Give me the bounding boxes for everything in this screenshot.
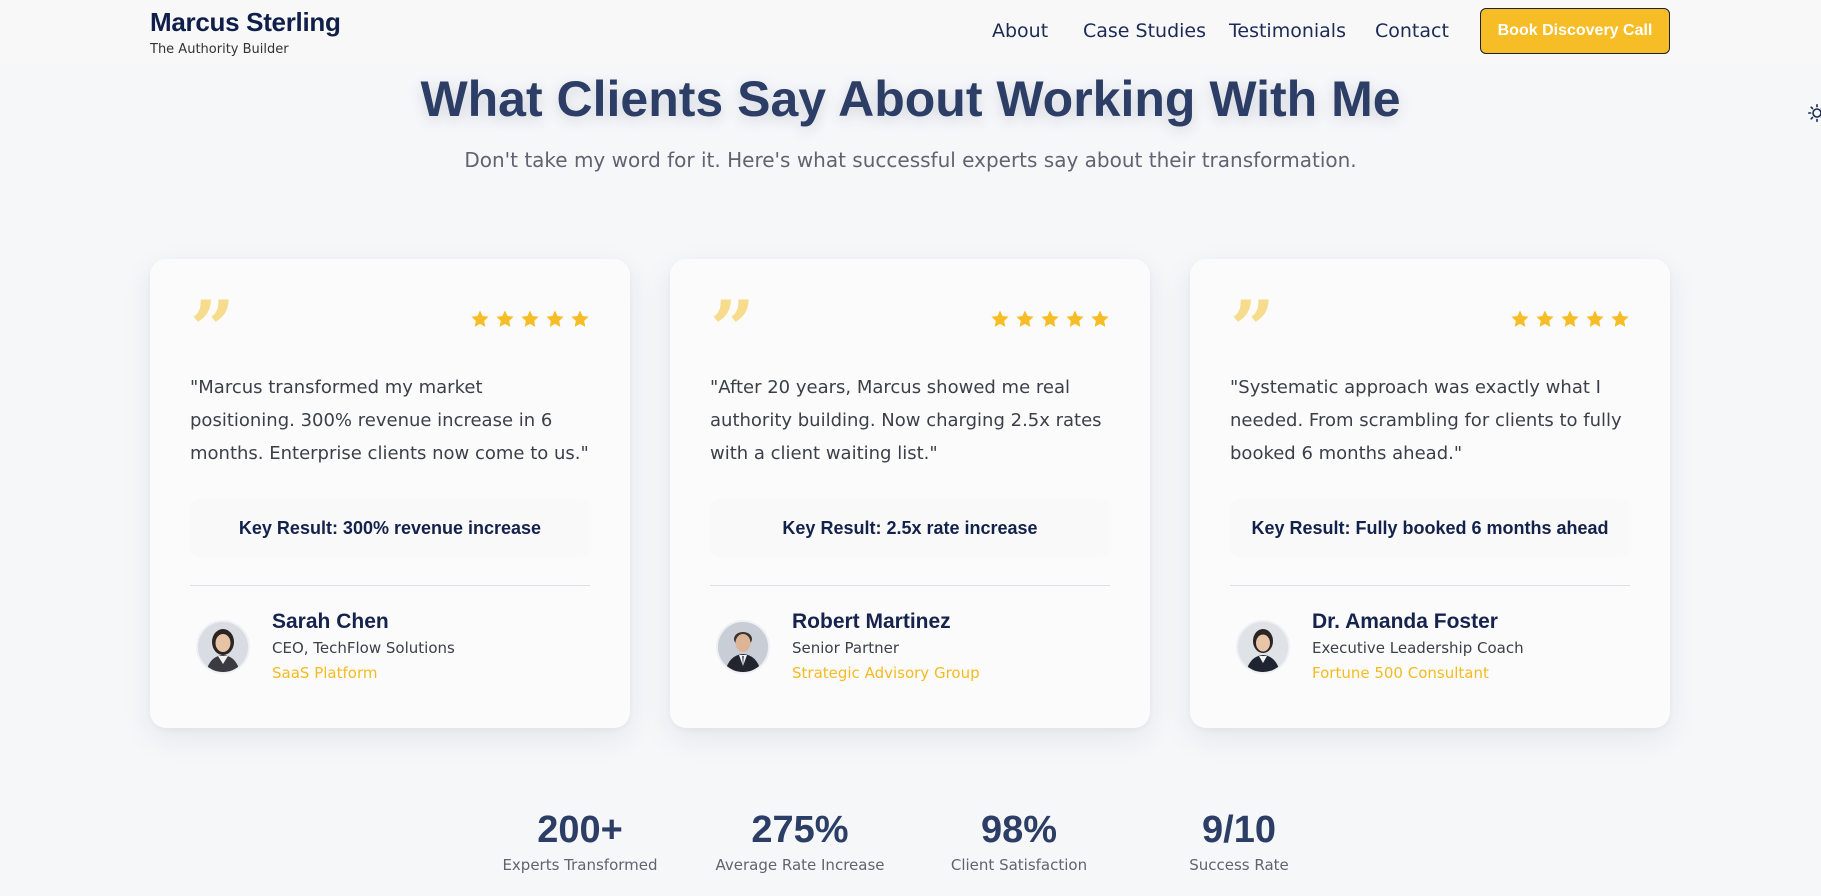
star-icon (1611, 310, 1629, 327)
person-role: CEO, TechFlow Solutions (272, 639, 455, 657)
star-icon (521, 310, 539, 327)
star-rating (990, 309, 1110, 329)
star-icon (1536, 310, 1554, 327)
stat-success-rate: 9/10 Success Rate (1179, 808, 1299, 874)
stat-rate-increase: 275% Average Rate Increase (715, 808, 885, 874)
person-company: Fortune 500 Consultant (1312, 664, 1489, 682)
stat-label: Experts Transformed (502, 856, 658, 874)
person-name: Sarah Chen (272, 610, 389, 633)
book-discovery-call-button[interactable]: Book Discovery Call (1480, 8, 1670, 54)
brand[interactable]: Marcus Sterling The Authority Builder (150, 7, 341, 57)
star-icon (471, 310, 489, 327)
star-icon (1586, 310, 1604, 327)
person-role: Executive Leadership Coach (1312, 639, 1524, 657)
star-icon (1091, 310, 1109, 327)
brand-tagline: The Authority Builder (150, 42, 289, 57)
stat-value: 200+ (537, 809, 623, 851)
person-role: Senior Partner (792, 639, 900, 657)
testimonial-quote: "Systematic approach was exactly what I … (1230, 377, 1622, 464)
divider (190, 585, 590, 586)
key-result: Key Result: 2.5x rate increase (710, 499, 1110, 557)
testimonial-quote: "Marcus transformed my market positionin… (190, 377, 589, 464)
brand-name[interactable]: Marcus Sterling (150, 7, 341, 38)
quote-icon: ” (710, 284, 755, 375)
stat-label: Success Rate (1189, 856, 1289, 874)
avatar (1236, 620, 1290, 674)
stat-value: 9/10 (1202, 809, 1276, 851)
person-name: Robert Martinez (792, 610, 951, 633)
star-rating (470, 309, 590, 329)
key-result: Key Result: Fully booked 6 months ahead (1230, 499, 1630, 557)
testimonial-card: ” "Marcus transformed my market position… (150, 259, 630, 728)
stat-experts: 200+ Experts Transformed (500, 808, 660, 874)
person-company: SaaS Platform (272, 664, 378, 682)
star-icon (546, 310, 564, 327)
section-title: What Clients Say About Working With Me (420, 71, 1401, 127)
avatar (716, 620, 770, 674)
star-icon (1561, 310, 1579, 327)
key-result: Key Result: 300% revenue increase (190, 499, 590, 557)
divider (1230, 585, 1630, 586)
person-name: Dr. Amanda Foster (1312, 610, 1498, 633)
star-icon (1511, 310, 1529, 327)
section-subtitle: Don't take my word for it. Here's what s… (464, 148, 1357, 172)
star-icon (1066, 310, 1084, 327)
star-rating (1510, 309, 1630, 329)
star-icon (991, 310, 1009, 327)
stat-label: Client Satisfaction (950, 856, 1088, 874)
star-icon (1016, 310, 1034, 327)
nav-case-studies[interactable]: Case Studies (1083, 20, 1206, 42)
star-icon (496, 310, 514, 327)
quote-icon: ” (190, 284, 235, 375)
stat-label: Average Rate Increase (715, 856, 885, 874)
stat-satisfaction: 98% Client Satisfaction (939, 808, 1099, 874)
site-header: Marcus Sterling The Authority Builder Ab… (0, 0, 1821, 64)
star-icon (1041, 310, 1059, 327)
testimonial-card: ” "Systematic approach was exactly what … (1190, 259, 1670, 728)
nav-testimonials[interactable]: Testimonials (1229, 20, 1346, 42)
testimonial-card: ” "After 20 years, Marcus showed me real… (670, 259, 1150, 728)
nav-about[interactable]: About (992, 20, 1048, 42)
testimonial-quote: "After 20 years, Marcus showed me real a… (710, 377, 1102, 464)
star-icon (571, 310, 589, 327)
nav-contact[interactable]: Contact (1375, 20, 1449, 42)
divider (710, 585, 1110, 586)
stat-value: 98% (980, 809, 1058, 851)
quote-icon: ” (1230, 284, 1275, 375)
person-company: Strategic Advisory Group (792, 664, 980, 682)
avatar (196, 620, 250, 674)
stat-value: 275% (751, 809, 849, 851)
